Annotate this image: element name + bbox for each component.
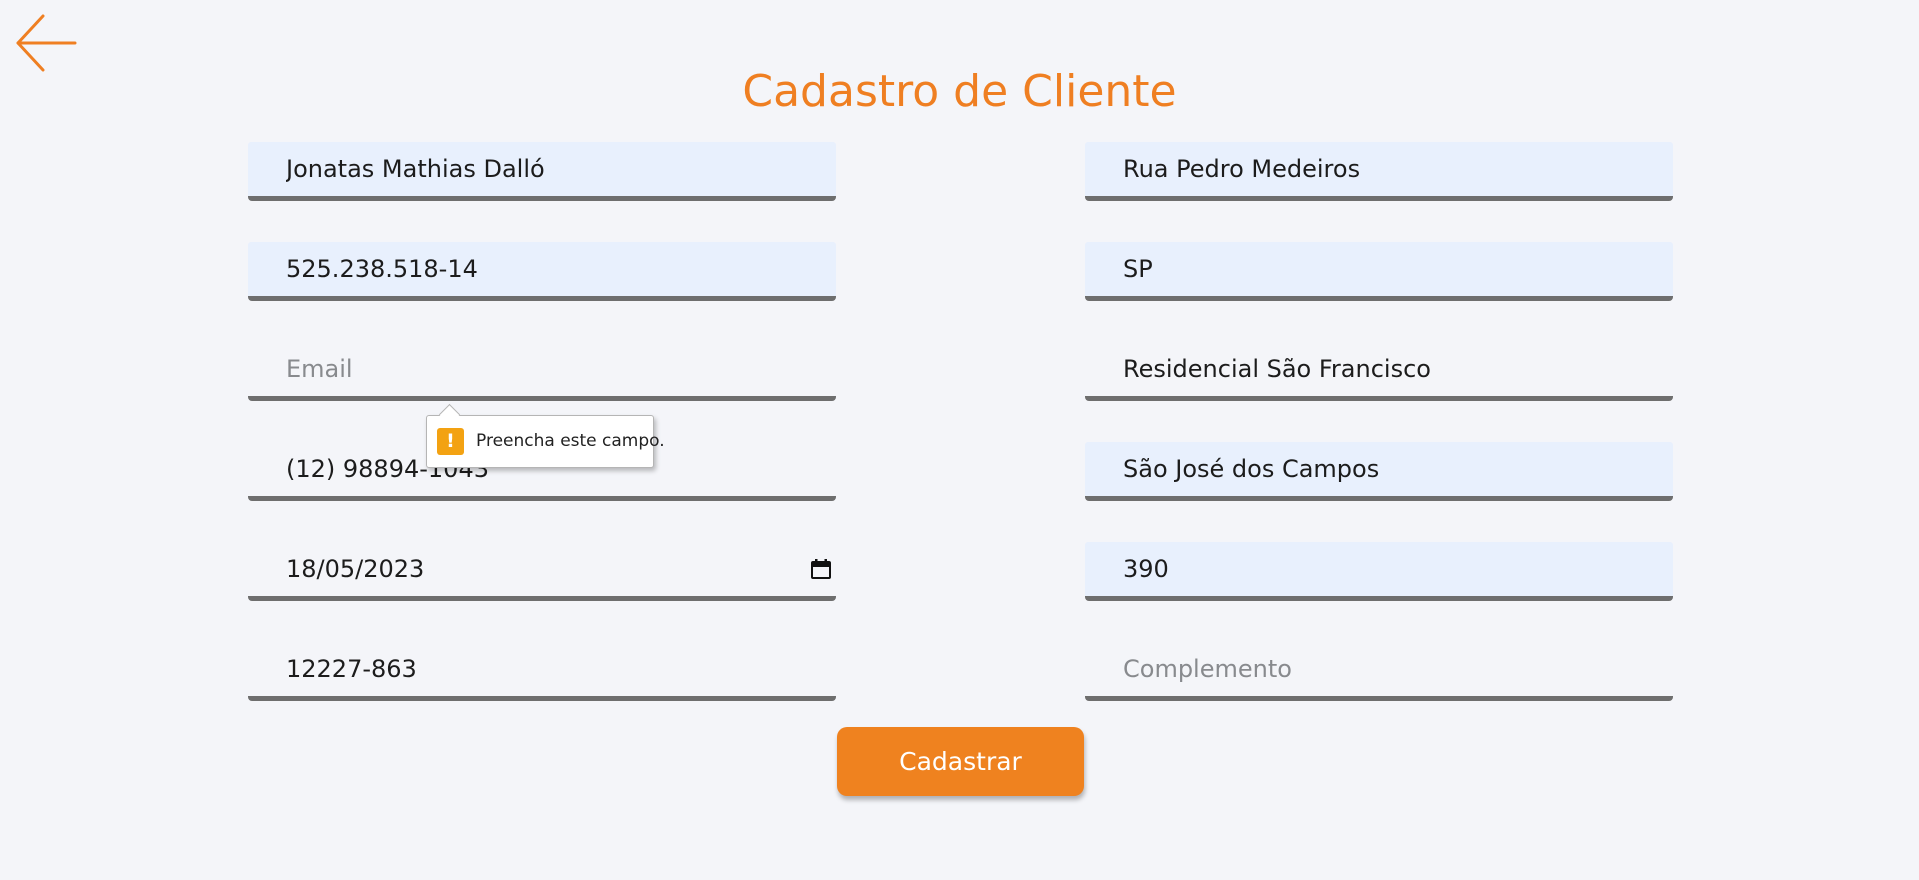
submit-button[interactable]: Cadastrar — [837, 727, 1084, 796]
calendar-icon[interactable] — [810, 558, 832, 580]
name-input[interactable] — [248, 142, 836, 201]
street-input[interactable] — [1085, 142, 1673, 201]
cep-input[interactable] — [248, 642, 836, 701]
tooltip-arrow — [438, 403, 461, 426]
cpf-input[interactable] — [248, 242, 836, 301]
page-title: Cadastro de Cliente — [742, 66, 1177, 117]
birth-date-value: 18/05/2023 — [286, 555, 425, 583]
birth-date-input[interactable]: 18/05/2023 — [248, 542, 836, 601]
complement-input[interactable] — [1085, 642, 1673, 701]
number-input[interactable] — [1085, 542, 1673, 601]
city-input[interactable] — [1085, 442, 1673, 501]
validation-tooltip: ! Preencha este campo. — [426, 403, 665, 468]
warning-icon: ! — [437, 428, 464, 455]
tooltip-text: Preencha este campo. — [476, 431, 665, 451]
state-input[interactable] — [1085, 242, 1673, 301]
email-input[interactable] — [248, 342, 836, 401]
neighborhood-input[interactable] — [1085, 342, 1673, 401]
